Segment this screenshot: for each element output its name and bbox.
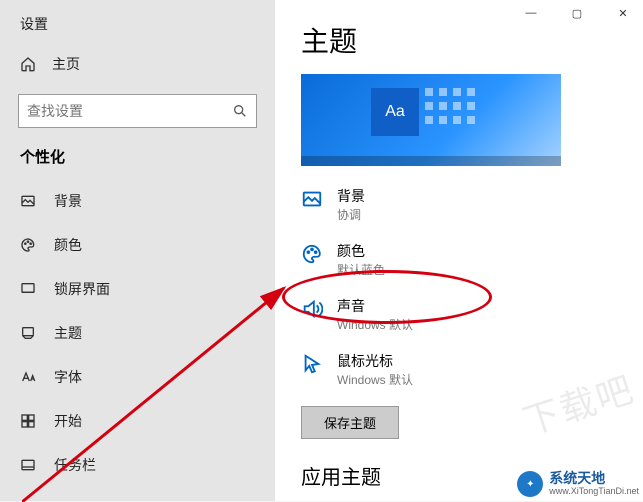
search-input[interactable] [27, 103, 232, 119]
palette-icon [20, 237, 36, 253]
setting-label: 背景 [337, 186, 365, 206]
palette-icon [301, 243, 323, 265]
setting-label: 鼠标光标 [337, 351, 413, 371]
sidebar-item-colors[interactable]: 颜色 [0, 223, 275, 267]
app-title: 设置 [0, 0, 275, 44]
setting-label: 颜色 [337, 241, 385, 261]
setting-sub: 默认蓝色 [337, 261, 385, 278]
window-controls: — ▢ ✕ [517, 2, 637, 24]
close-button[interactable]: ✕ [609, 2, 637, 24]
image-icon [301, 188, 323, 210]
sidebar-section-title: 个性化 [0, 142, 275, 179]
apply-theme-heading: 应用主题 [301, 457, 643, 490]
maximize-button[interactable]: ▢ [563, 2, 591, 24]
setting-sub: Windows 默认 [337, 316, 413, 333]
save-theme-button[interactable]: 保存主题 [301, 406, 399, 439]
sidebar-item-label: 颜色 [54, 235, 82, 255]
preview-taskbar [301, 156, 561, 166]
sound-icon [301, 298, 323, 320]
home-label: 主页 [52, 54, 80, 74]
preview-dots [425, 88, 475, 124]
setting-colors[interactable]: 颜色 默认蓝色 [301, 231, 643, 286]
cursor-icon [301, 353, 323, 375]
search-box[interactable] [18, 94, 257, 128]
setting-label: 声音 [337, 296, 413, 316]
setting-sub: Windows 默认 [337, 371, 413, 388]
home-icon [20, 56, 36, 72]
search-icon [232, 103, 248, 119]
sidebar-item-background[interactable]: 背景 [0, 179, 275, 223]
home-link[interactable]: 主页 [0, 44, 275, 84]
preview-tile: Aa [371, 88, 419, 136]
image-icon [20, 193, 36, 209]
setting-sounds[interactable]: 声音 Windows 默认 [301, 286, 643, 341]
setting-sub: 协调 [337, 206, 365, 223]
setting-cursor[interactable]: 鼠标光标 Windows 默认 [301, 341, 643, 396]
main-panel: — ▢ ✕ 主题 Aa 背景 协调 颜色 默认 [275, 0, 643, 501]
theme-preview[interactable]: Aa [301, 74, 561, 166]
setting-background[interactable]: 背景 协调 [301, 176, 643, 231]
sidebar-item-label: 背景 [54, 191, 82, 211]
minimize-button[interactable]: — [517, 2, 545, 24]
annotation-arrow [22, 282, 292, 502]
